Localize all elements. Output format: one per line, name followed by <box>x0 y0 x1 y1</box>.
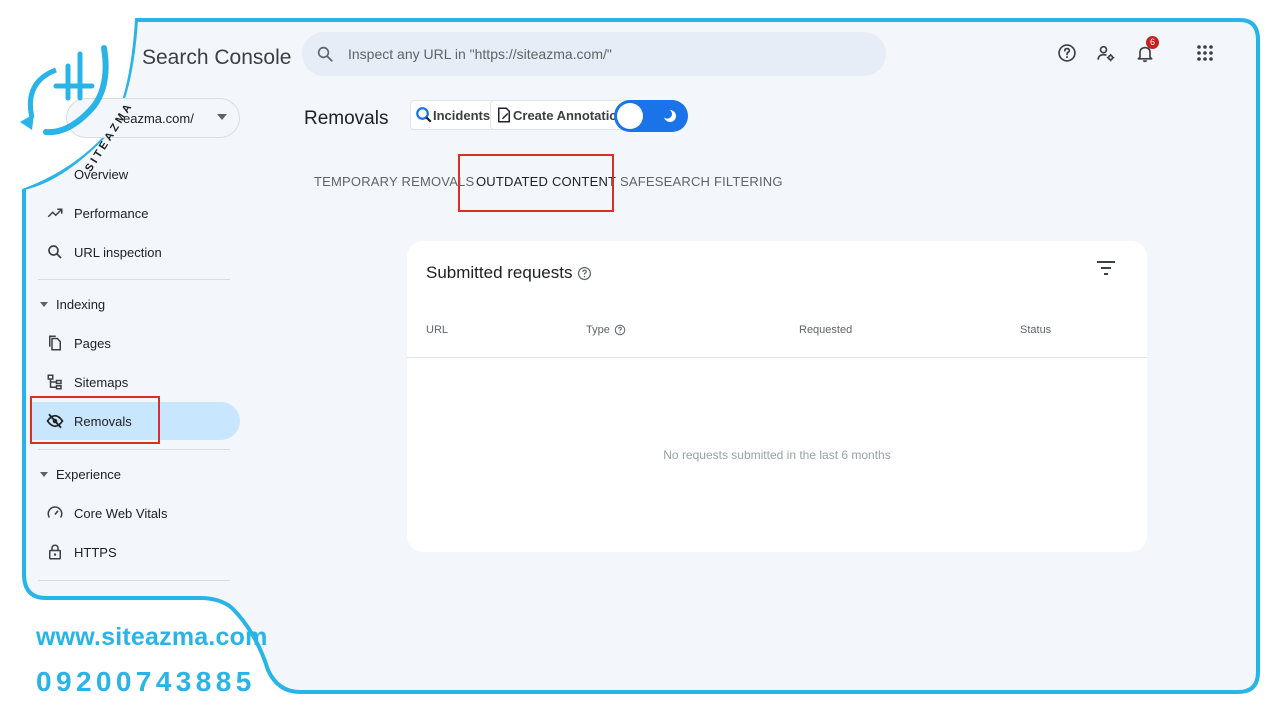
help-icon[interactable] <box>614 324 626 336</box>
search-placeholder: Inspect any URL in "https://siteazma.com… <box>348 46 612 62</box>
search-icon <box>48 245 62 259</box>
url-inspect-search[interactable]: Inspect any URL in "https://siteazma.com… <box>302 32 886 76</box>
annotation-label: Create Annotation <box>513 107 626 123</box>
help-icon[interactable] <box>1054 40 1080 66</box>
incidents-magnifier-icon <box>416 107 432 123</box>
siteazma-logo: SITEAZMA <box>20 45 136 172</box>
trending-up-icon <box>47 208 63 218</box>
sidebar-item-label: URL inspection <box>74 245 162 260</box>
sidebar-item-label: HTTPS <box>74 545 117 560</box>
sidebar-item-label: Performance <box>74 206 149 221</box>
sidebar-section-experience[interactable]: Experience <box>40 467 121 482</box>
sidebar-section-indexing[interactable]: Indexing <box>40 297 105 312</box>
header-divider <box>407 357 1147 358</box>
sidebar-item-label: Core Web Vitals <box>74 506 168 521</box>
search-console-app: Search Console Inspect any URL in "https… <box>26 24 1254 688</box>
sidebar-item-label: Sitemaps <box>74 375 129 390</box>
note-edit-icon <box>498 107 510 123</box>
sidebar-divider <box>38 279 230 280</box>
column-header-type[interactable]: Type <box>586 324 626 336</box>
pages-icon <box>49 335 61 351</box>
screenshot-stage: Search Console Inspect any URL in "https… <box>0 0 1280 720</box>
gauge-icon <box>47 506 63 518</box>
column-header-requested[interactable]: Requested <box>799 324 852 336</box>
column-header-label: Type <box>586 324 610 336</box>
lock-icon <box>49 544 61 560</box>
card-title-text: Submitted requests <box>426 263 573 282</box>
section-label: Experience <box>56 467 122 482</box>
collapse-triangle-icon <box>40 302 48 307</box>
submitted-requests-card: Submitted requests URL Type Requested St… <box>407 241 1147 552</box>
create-annotation-button[interactable]: Create Annotation <box>490 100 633 130</box>
search-icon <box>317 46 333 62</box>
column-header-status[interactable]: Status <box>1020 324 1051 336</box>
caret-down-icon <box>217 114 227 120</box>
user-settings-icon[interactable] <box>1093 40 1119 66</box>
sidebar-divider <box>38 449 230 450</box>
tab-temporary-removals[interactable]: TEMPORARY REMOVALS <box>314 174 474 189</box>
sitemap-icon <box>47 374 62 390</box>
help-icon[interactable] <box>577 266 592 281</box>
incidents-label: Incidents <box>433 107 491 123</box>
sidebar-item-label: Pages <box>74 336 111 351</box>
outdated-content-highlight-box <box>458 154 614 212</box>
brand-website: www.siteazma.com <box>36 623 268 651</box>
column-header-url[interactable]: URL <box>426 324 448 336</box>
page-title: Removals <box>304 108 389 129</box>
app-title: Search Console <box>142 46 292 69</box>
notifications-icon[interactable]: 6 <box>1132 36 1159 66</box>
moon-icon <box>662 109 676 122</box>
brand-phone: 09200743885 <box>36 666 256 697</box>
toggle-knob <box>617 103 643 129</box>
card-title: Submitted requests <box>426 263 592 283</box>
incidents-button[interactable]: Incidents <box>410 100 498 130</box>
tab-safesearch-filtering[interactable]: SAFESEARCH FILTERING <box>620 174 783 189</box>
notification-badge: 6 <box>1146 36 1159 49</box>
removals-highlight-box <box>30 396 160 444</box>
empty-state-message: No requests submitted in the last 6 mont… <box>663 448 891 462</box>
filter-icon[interactable] <box>1097 261 1115 275</box>
sidebar-divider <box>38 580 230 581</box>
collapse-triangle-icon <box>40 472 48 477</box>
dark-mode-toggle[interactable] <box>614 100 688 132</box>
apps-grid-icon[interactable] <box>1192 40 1218 66</box>
section-label: Indexing <box>56 297 106 312</box>
